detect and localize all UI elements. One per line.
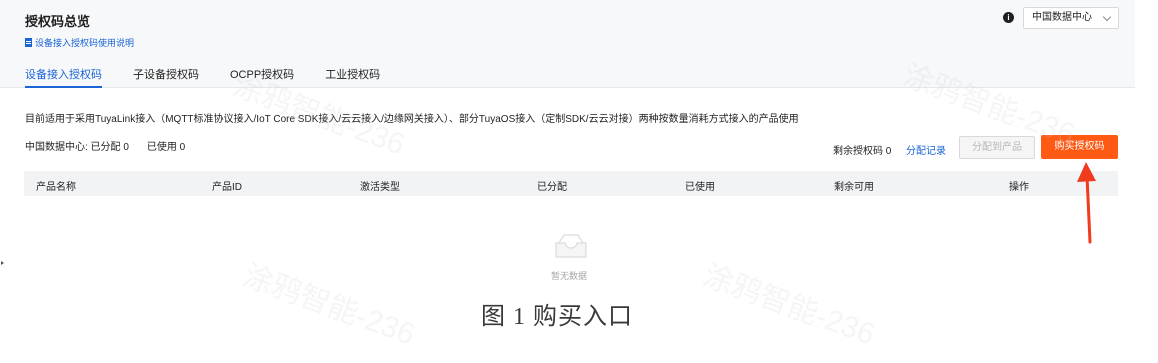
figure-caption: 图 1 购买入口 bbox=[481, 304, 633, 330]
column-header: 剩余可用 bbox=[834, 182, 874, 193]
column-header: 产品ID bbox=[212, 182, 242, 193]
datacenter-value: 中国数据中心 bbox=[1032, 12, 1092, 23]
column-header: 产品名称 bbox=[36, 182, 76, 193]
empty-state-text: 暂无数据 bbox=[551, 271, 588, 281]
assign-to-product-button[interactable]: 分配到产品 bbox=[959, 136, 1035, 159]
annotation-arrow-icon bbox=[1077, 162, 1096, 244]
tab-industrial-code[interactable]: 工业授权码 bbox=[325, 66, 380, 88]
description-text: 目前适用于采用TuyaLink接入（MQTT标准协议接入/IoT Core SD… bbox=[25, 114, 799, 125]
column-header: 已使用 bbox=[685, 182, 715, 193]
tab-bar: 设备接入授权码 子设备授权码 OCPP授权码 工业授权码 bbox=[25, 66, 411, 88]
usage-guide-link[interactable]: 设备接入授权码使用说明 bbox=[25, 36, 134, 49]
allocation-record-link[interactable]: 分配记录 bbox=[906, 142, 946, 157]
tab-device-access-code[interactable]: 设备接入授权码 bbox=[25, 66, 102, 88]
allocated-count: 中国数据中心: 已分配 0 bbox=[25, 142, 129, 153]
used-count: 已使用 0 bbox=[146, 142, 186, 153]
page-title: 授权码总览 bbox=[25, 14, 91, 29]
chevron-down-icon bbox=[1102, 12, 1112, 22]
column-header: 激活类型 bbox=[360, 182, 400, 193]
document-icon bbox=[25, 38, 32, 47]
tab-subdevice-code[interactable]: 子设备授权码 bbox=[133, 66, 199, 88]
buy-code-button[interactable]: 购买授权码 bbox=[1041, 135, 1118, 159]
info-icon[interactable]: i bbox=[1003, 12, 1014, 23]
datacenter-select[interactable]: 中国数据中心 bbox=[1023, 7, 1119, 29]
page-header: 授权码总览 设备接入授权码使用说明 i 中国数据中心 设备接入授权码 子设备授权… bbox=[0, 0, 1135, 88]
table-header: 产品名称 产品ID 激活类型 已分配 已使用 剩余可用 操作 bbox=[24, 171, 1118, 196]
column-header: 操作 bbox=[1009, 182, 1029, 193]
empty-inbox-icon bbox=[555, 234, 587, 258]
sidebar-toggle-icon[interactable] bbox=[0, 258, 6, 268]
usage-guide-label: 设备接入授权码使用说明 bbox=[35, 38, 135, 48]
allocation-stats: 中国数据中心: 已分配 0 已使用 0 bbox=[25, 138, 185, 153]
column-header: 已分配 bbox=[537, 182, 567, 193]
watermark: 涂鸦智能-236 bbox=[698, 258, 880, 352]
watermark: 涂鸦智能-236 bbox=[238, 258, 420, 352]
remaining-codes: 剩余授权码 0 bbox=[833, 146, 892, 157]
tab-ocpp-code[interactable]: OCPP授权码 bbox=[230, 66, 294, 88]
